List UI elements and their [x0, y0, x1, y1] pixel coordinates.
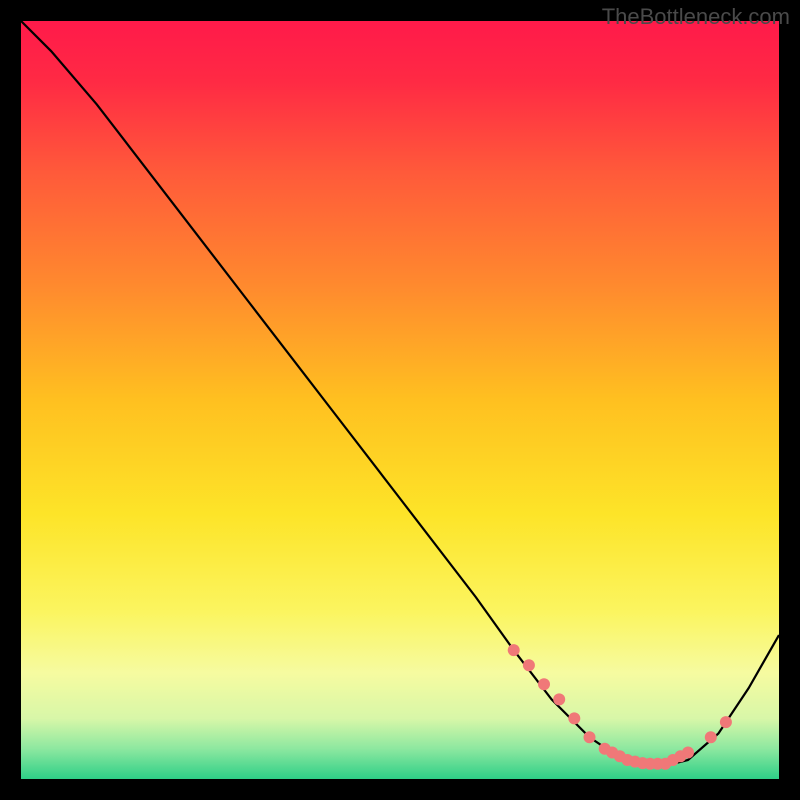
highlight-dot [538, 678, 550, 690]
highlight-dot [523, 659, 535, 671]
highlight-dot [705, 731, 717, 743]
chart-curve-layer [21, 21, 779, 779]
highlight-dot [568, 712, 580, 724]
highlight-dot [682, 747, 694, 759]
chart-frame [21, 21, 779, 779]
bottleneck-curve [21, 21, 779, 764]
highlight-dot [553, 693, 565, 705]
highlight-dot [508, 644, 520, 656]
highlight-dot [584, 731, 596, 743]
watermark-text: TheBottleneck.com [602, 4, 790, 30]
highlight-dot [720, 716, 732, 728]
